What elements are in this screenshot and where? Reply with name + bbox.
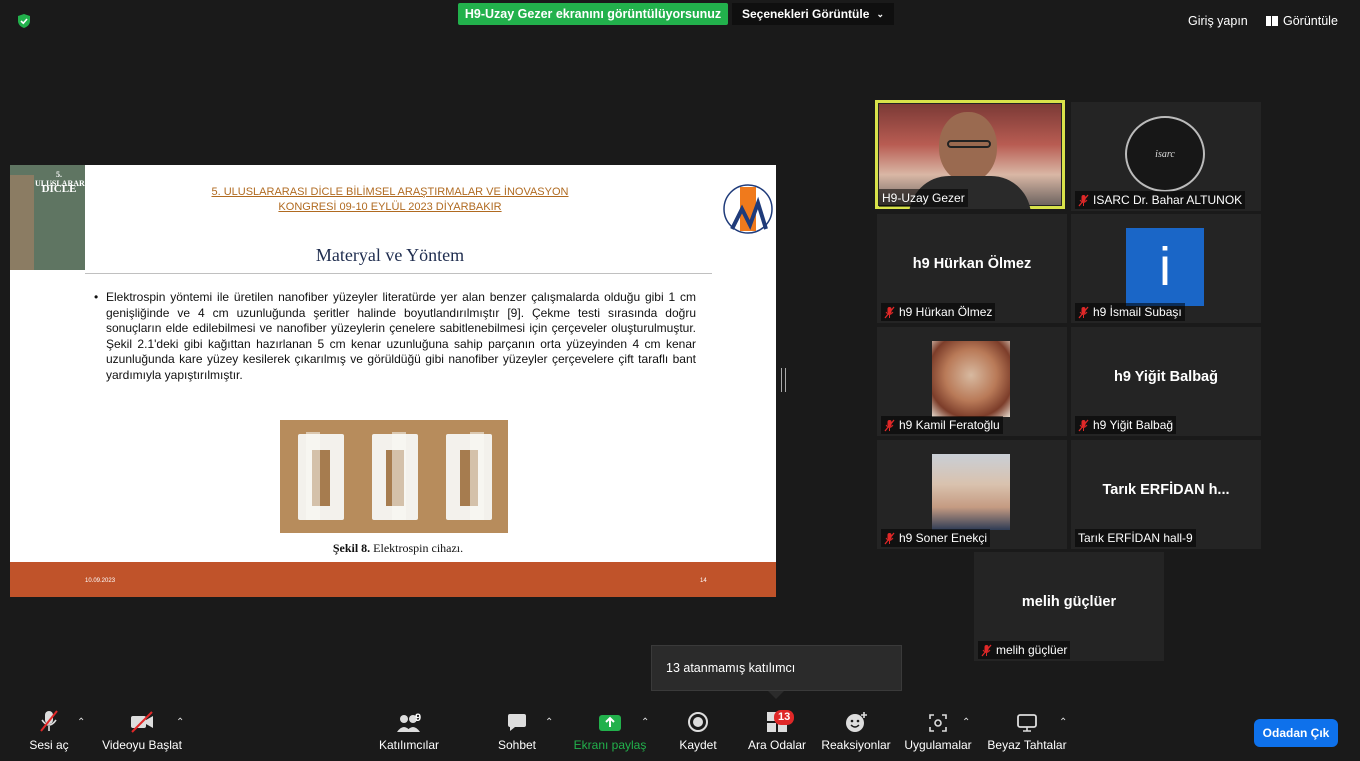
apps-button[interactable]: Uygulamalar <box>903 703 973 761</box>
mic-muted-icon <box>884 306 895 318</box>
participant-name-label: ISARC Dr. Bahar ALTUNOK <box>1075 191 1246 209</box>
share-screen-label: Ekranı paylaş <box>573 738 647 752</box>
layout-icon <box>1266 16 1278 26</box>
chevron-up-icon[interactable]: ⌃ <box>176 717 184 728</box>
participant-name-label: h9 İsmail Subaşı <box>1075 303 1185 321</box>
shield-icon[interactable] <box>16 13 32 29</box>
record-button[interactable]: Kaydet <box>676 703 720 761</box>
participant-name-label: h9 Soner Enekçi <box>881 529 991 547</box>
unmute-label: Sesi aç <box>29 738 69 752</box>
participant-display-name: Tarık ERFİDAN h... <box>1102 482 1230 498</box>
shared-slide: 5. ULUSLARARASI DİCLE 5. ULUSLARARASI Dİ… <box>10 165 776 597</box>
reactions-label: Reaksiyonlar <box>821 738 891 752</box>
poster-line2: DİCLE <box>41 183 77 195</box>
participant-avatar: i <box>1126 228 1204 306</box>
reactions-button[interactable]: Reaksiyonlar <box>820 703 892 761</box>
congress-poster-image: 5. ULUSLARARASI DİCLE <box>10 165 98 270</box>
participant-name-label: H9-Uzay Gezer <box>879 189 968 207</box>
participant-avatar <box>932 454 1010 530</box>
smiley-icon <box>846 712 867 732</box>
mic-muted-icon <box>1078 419 1089 431</box>
participant-display-name: h9 Yiğit Balbağ <box>1114 369 1218 385</box>
participant-tile[interactable]: Tarık ERFİDAN h... Tarık ERFİDAN hall-9 <box>1071 440 1261 549</box>
unmute-button[interactable]: Sesi aç <box>20 703 78 761</box>
slide-page-number: 14 <box>700 578 707 584</box>
figure-caption: Şekil 8. Elektrospin cihazı. <box>210 541 586 556</box>
slide-bullet-text: Elektrospin yöntemi ile üretilen nanofib… <box>94 290 696 384</box>
leave-room-button[interactable]: Odadan Çık <box>1254 719 1338 747</box>
whiteboards-label: Beyaz Tahtalar <box>987 738 1067 752</box>
participant-name-label: Tarık ERFİDAN hall-9 <box>1075 529 1196 547</box>
chat-button[interactable]: Sohbet <box>494 703 540 761</box>
unassigned-participants-tooltip: 13 atanmamış katılımcı <box>651 645 902 691</box>
resize-handle[interactable] <box>781 368 786 392</box>
chevron-up-icon[interactable]: ⌃ <box>545 717 553 728</box>
participant-tile[interactable]: H9-Uzay Gezer <box>875 100 1065 209</box>
participant-tile[interactable]: i h9 İsmail Subaşı <box>1071 214 1261 323</box>
chevron-up-icon[interactable]: ⌃ <box>962 717 970 728</box>
camera-off-icon <box>131 711 153 733</box>
tooltip-arrow <box>768 691 784 699</box>
slide-date: 10.09.2023 <box>85 578 116 584</box>
caption-text: Elektrospin cihazı. <box>370 541 464 555</box>
view-options-button[interactable]: Seçenekleri Görüntüle ⌄ <box>732 3 894 25</box>
sample-frames-photo <box>280 420 508 533</box>
participant-display-name: h9 Hürkan Ölmez <box>912 256 1032 272</box>
chevron-down-icon: ⌄ <box>876 8 884 19</box>
slide-footer: 10.09.2023 14 <box>10 562 776 597</box>
caption-label: Şekil 8. <box>332 541 371 555</box>
title-divider <box>85 273 712 274</box>
whiteboards-button[interactable]: Beyaz Tahtalar <box>986 703 1068 761</box>
participant-tile[interactable]: h9 Kamil Feratoğlu <box>877 327 1067 436</box>
view-button[interactable]: Görüntüle <box>1266 14 1338 28</box>
share-screen-button[interactable]: Ekranı paylaş <box>572 703 648 761</box>
chat-label: Sohbet <box>497 738 537 752</box>
participant-name-label: h9 Yiğit Balbağ <box>1075 416 1177 434</box>
sign-in-link[interactable]: Giriş yapın <box>1188 14 1248 28</box>
mic-muted-icon <box>884 532 895 544</box>
record-icon <box>688 712 708 732</box>
chat-icon <box>508 714 526 731</box>
chevron-up-icon[interactable]: ⌃ <box>1059 717 1067 728</box>
mic-muted-icon <box>1078 194 1089 206</box>
isarc-logo-avatar: isarc <box>1125 116 1205 192</box>
start-video-button[interactable]: Videoyu Başlat <box>100 703 184 761</box>
university-logo <box>723 184 773 234</box>
view-label: Görüntüle <box>1283 14 1338 28</box>
share-screen-icon <box>599 715 621 731</box>
chevron-up-icon[interactable]: ⌃ <box>641 717 649 728</box>
participant-tile[interactable]: melih güçlüer melih güçlüer <box>974 552 1164 661</box>
participant-name-label: melih güçlüer <box>978 641 1071 659</box>
record-label: Kaydet <box>679 738 717 752</box>
participant-name-label: h9 Kamil Feratoğlu <box>881 416 1003 434</box>
participants-label: Katılımcılar <box>378 738 439 752</box>
participant-tile[interactable]: h9 Hürkan Ölmez h9 Hürkan Ölmez <box>877 214 1067 323</box>
start-video-label: Videoyu Başlat <box>102 738 182 752</box>
chevron-up-icon[interactable]: ⌃ <box>77 717 85 728</box>
participant-tile[interactable]: h9 Yiğit Balbağ h9 Yiğit Balbağ <box>1071 327 1261 436</box>
participants-button[interactable]: 9 Katılımcılar <box>376 703 442 761</box>
breakout-rooms-button[interactable]: 13 Ara Odalar <box>744 703 810 761</box>
mic-muted-icon <box>981 644 992 656</box>
participant-display-name: melih güçlüer <box>1021 594 1117 610</box>
mic-muted-icon <box>1078 306 1089 318</box>
mic-muted-icon <box>40 710 58 732</box>
breakout-badge: 13 <box>774 710 795 725</box>
participant-tile[interactable]: h9 Soner Enekçi <box>877 440 1067 549</box>
view-options-label: Seçenekleri Görüntüle <box>742 7 870 21</box>
participant-count: 9 <box>415 712 422 724</box>
apps-icon <box>929 714 947 732</box>
participant-avatar <box>932 341 1010 417</box>
whiteboard-icon <box>1017 714 1037 732</box>
congress-title: 5. ULUSLARARASI DİCLE BİLİMSEL ARAŞTIRMA… <box>211 186 569 213</box>
participant-tile[interactable]: isarc ISARC Dr. Bahar ALTUNOK <box>1071 102 1261 211</box>
apps-label: Uygulamalar <box>904 738 972 752</box>
meeting-toolbar: Sesi aç ⌃ Videoyu Başlat ⌃ 9 Katılımcıla… <box>0 703 1360 761</box>
screen-share-banner: H9-Uzay Gezer ekranını görüntülüyorsunuz <box>458 3 728 25</box>
mic-muted-icon <box>884 419 895 431</box>
participant-name-label: h9 Hürkan Ölmez <box>881 303 996 321</box>
breakout-rooms-label: Ara Odalar <box>747 738 807 752</box>
slide-title: Materyal ve Yöntem <box>315 245 465 265</box>
